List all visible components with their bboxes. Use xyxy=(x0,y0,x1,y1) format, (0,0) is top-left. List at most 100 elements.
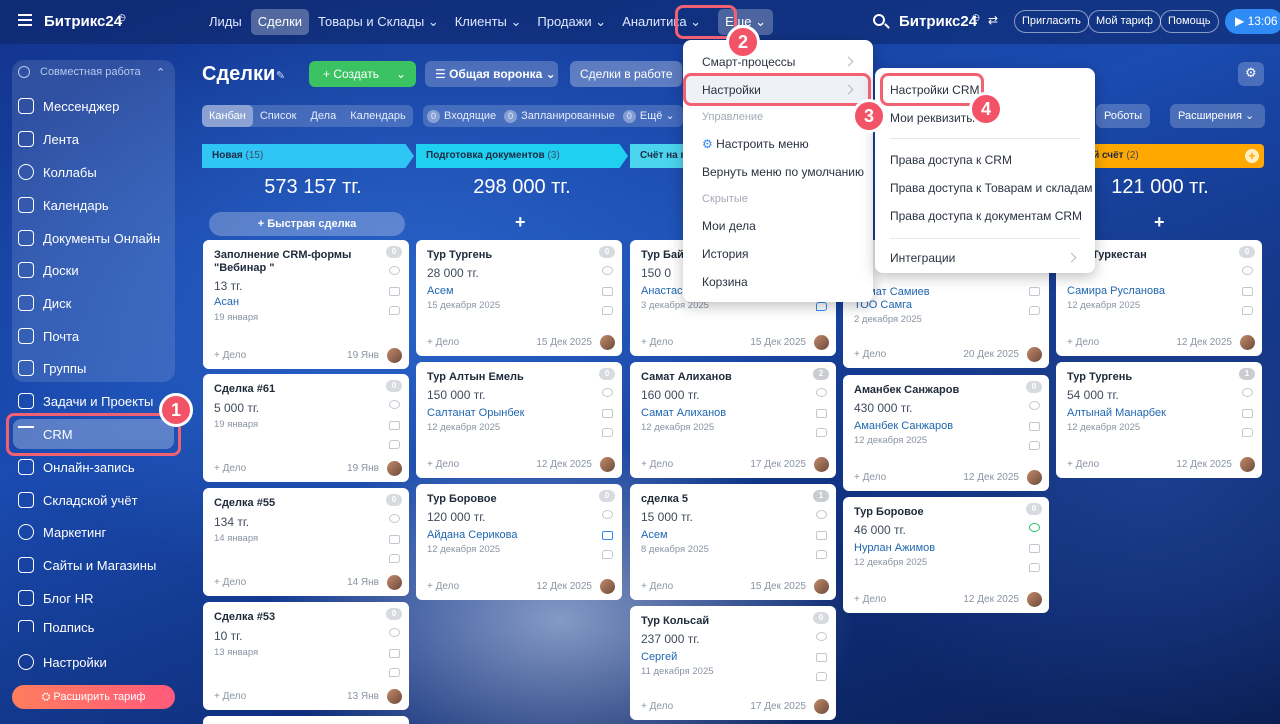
sidebar-item-docs[interactable]: Документы Онлайн xyxy=(18,227,160,249)
avatar[interactable] xyxy=(1027,470,1042,485)
deal-title[interactable]: Тур Боровое xyxy=(854,506,1014,519)
add-activity-link[interactable]: + Дело xyxy=(214,350,246,361)
deal-card[interactable]: Самат Алиханов 2 160 000 тг. Самат Алиха… xyxy=(630,362,836,478)
sidebar-item-settings[interactable]: Настройки xyxy=(18,651,107,673)
chat-icon[interactable] xyxy=(602,306,613,315)
chat-icon[interactable] xyxy=(1029,306,1040,315)
sidebar-item-sign[interactable]: Подпись xyxy=(18,620,94,632)
menu-icon[interactable] xyxy=(18,14,32,26)
mail-icon[interactable] xyxy=(602,531,613,540)
deal-contact[interactable]: Сергей xyxy=(641,651,677,663)
sidebar-item-mail[interactable]: Почта xyxy=(18,325,79,347)
menu-item-access-products[interactable]: Права доступа к Товарам и складам xyxy=(890,181,1093,195)
phone-icon[interactable] xyxy=(1242,266,1253,275)
mail-icon[interactable] xyxy=(389,535,400,544)
mail-icon[interactable] xyxy=(1242,287,1253,296)
mail-icon[interactable] xyxy=(816,531,827,540)
menu-item-integrations[interactable]: Интеграции xyxy=(890,251,955,265)
deal-title[interactable]: сделка 5 xyxy=(641,493,801,506)
mail-icon[interactable] xyxy=(602,287,613,296)
avatar[interactable] xyxy=(814,457,829,472)
avatar[interactable] xyxy=(1240,457,1255,472)
chat-icon[interactable] xyxy=(816,550,827,559)
worktime-button[interactable]: ▶ 13:06 xyxy=(1225,9,1280,34)
deal-title[interactable]: Заполнение CRM-формы "Вебинар " xyxy=(214,249,374,275)
add-activity-link[interactable]: + Дело xyxy=(854,349,886,360)
upgrade-button[interactable]: ⛭ Расширить тариф xyxy=(12,685,175,709)
nav-leads[interactable]: Лиды xyxy=(202,9,249,35)
avatar[interactable] xyxy=(600,335,615,350)
mail-icon[interactable] xyxy=(389,287,400,296)
nav-products[interactable]: Товары и Склады ⌄ xyxy=(311,9,446,35)
add-activity-link[interactable]: + Дело xyxy=(214,577,246,588)
menu-item-access-crm[interactable]: Права доступа к CRM xyxy=(890,153,1012,167)
sidebar-item-disk[interactable]: Диск xyxy=(18,292,71,314)
logo[interactable]: Битрикс24 xyxy=(44,13,122,30)
sidebar-item-inventory[interactable]: Складской учёт xyxy=(18,489,138,511)
phone-icon[interactable] xyxy=(1029,401,1040,410)
avatar[interactable] xyxy=(1027,592,1042,607)
deal-contact[interactable]: Асем xyxy=(641,529,668,541)
add-activity-link[interactable]: + Дело xyxy=(854,594,886,605)
menu-item-access-docs[interactable]: Права доступа к документам CRM xyxy=(890,209,1082,223)
avatar[interactable] xyxy=(814,699,829,714)
deal-title[interactable]: Сделка #53 xyxy=(214,611,374,624)
avatar[interactable] xyxy=(600,579,615,594)
invite-button[interactable]: Пригласить xyxy=(1014,10,1089,33)
chat-icon[interactable] xyxy=(816,672,827,681)
deal-contact[interactable]: Алтынай Манарбек xyxy=(1067,407,1166,419)
chat-icon[interactable] xyxy=(389,554,400,563)
deal-card[interactable]: Тур Кольсай 0 237 000 тг. Сергей 11 дека… xyxy=(630,606,836,720)
deal-title[interactable]: Тур Тургень xyxy=(427,249,587,262)
sidebar-item-sites[interactable]: Сайты и Магазины xyxy=(18,554,156,576)
filter-input[interactable]: Сделки в работе xyxy=(570,61,682,87)
toggle-icon[interactable]: ⇄ xyxy=(988,13,998,27)
deal-contact[interactable]: Аманбек Санжаров xyxy=(854,420,953,432)
avatar[interactable] xyxy=(1240,335,1255,350)
mail-icon[interactable] xyxy=(389,649,400,658)
phone-icon[interactable] xyxy=(816,632,827,641)
deal-title[interactable]: Тур Тургень xyxy=(1067,371,1227,384)
avatar[interactable] xyxy=(1027,347,1042,362)
create-button[interactable]: + Создать ⌄ xyxy=(309,61,416,87)
chat-icon[interactable] xyxy=(816,428,827,437)
deal-title[interactable]: Сделка #55 xyxy=(214,497,374,510)
add-activity-link[interactable]: + Дело xyxy=(641,337,673,348)
phone-icon[interactable] xyxy=(602,388,613,397)
sidebar-group-title[interactable]: Совместная работа xyxy=(18,66,141,78)
portal-name[interactable]: Битрикс24 xyxy=(899,13,977,30)
column-new[interactable]: Новая (15) xyxy=(202,144,414,168)
deal-contact[interactable]: Асан xyxy=(214,296,239,308)
counter-incoming[interactable]: 0 Входящие xyxy=(423,105,500,127)
deal-contact[interactable]: Самира Русланова xyxy=(1067,285,1165,297)
tab-calendar[interactable]: Календарь xyxy=(343,105,413,127)
mail-icon[interactable] xyxy=(816,409,827,418)
settings-gear-button[interactable]: ⚙ xyxy=(1238,62,1264,86)
deal-title[interactable]: Тур Кольсай xyxy=(641,615,801,628)
add-activity-link[interactable]: + Дело xyxy=(214,691,246,702)
deal-contact[interactable]: Самат Алиханов xyxy=(641,407,726,419)
mail-icon[interactable] xyxy=(1029,287,1040,296)
mail-icon[interactable] xyxy=(389,421,400,430)
deal-card[interactable]: Тур Боровое 0 46 000 тг. Нурлан Ажимов 1… xyxy=(843,497,1049,613)
deal-title[interactable]: Туркестан xyxy=(1092,249,1252,262)
chat-icon[interactable] xyxy=(1029,563,1040,572)
deal-card[interactable]: Аманбек Санжаров 0 430 000 тг. Аманбек С… xyxy=(843,375,1049,491)
menu-item-configure[interactable]: ⚙ Настроить меню xyxy=(702,137,809,151)
robots-button[interactable]: Роботы xyxy=(1096,104,1151,128)
deal-card[interactable]: Сделка #53 0 10 тг. 13 января + Дело 13 … xyxy=(203,602,409,710)
deal-card[interactable]: Заполнение CRM-формы "Вебинар " 0 13 тг.… xyxy=(203,240,409,369)
mail-icon[interactable] xyxy=(1242,409,1253,418)
deal-card[interactable]: Тур Тургень 0 28 000 тг. Асем 15 декабря… xyxy=(416,240,622,356)
add-activity-link[interactable]: + Дело xyxy=(427,581,459,592)
phone-icon[interactable] xyxy=(816,510,827,519)
add-activity-link[interactable]: + Дело xyxy=(854,472,886,483)
nav-sales[interactable]: Продажи ⌄ xyxy=(530,9,613,35)
chat-icon[interactable] xyxy=(1242,306,1253,315)
menu-item-requisites[interactable]: Мои реквизиты xyxy=(890,111,975,125)
avatar[interactable] xyxy=(814,579,829,594)
add-stage-icon[interactable]: + xyxy=(1245,149,1259,163)
search-icon[interactable] xyxy=(873,14,885,26)
chat-icon[interactable] xyxy=(602,550,613,559)
tab-kanban[interactable]: Канбан xyxy=(202,105,253,127)
